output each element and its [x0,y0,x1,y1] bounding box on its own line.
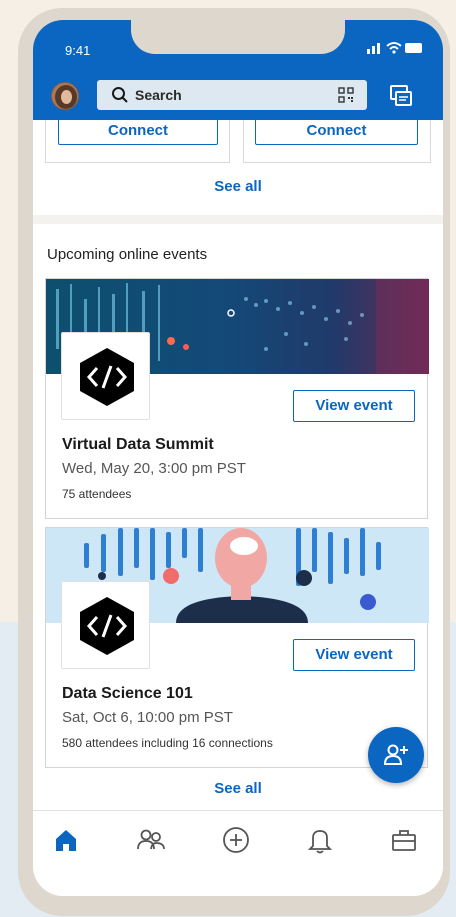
nav-jobs[interactable] [389,825,419,855]
avatar-face [61,90,72,104]
post-icon [223,827,249,853]
messaging-icon[interactable] [389,84,413,108]
notifications-icon [307,830,333,854]
event-title: Data Science 101 [62,685,193,702]
event-attendees: 75 attendees [62,487,132,501]
connect-button[interactable]: Connect [58,120,218,145]
home-icon [56,830,76,851]
event-date: Sat, Oct 6, 10:00 pm PST [62,709,233,726]
event-logo [61,332,150,420]
jobs-icon [392,830,416,851]
app-screen: 9:41 Search Connect Connect See all Upco… [33,20,443,896]
nav-my-network[interactable] [136,825,166,855]
status-icons [367,42,422,54]
nav-post[interactable] [221,825,251,855]
event-logo [61,581,150,669]
view-event-button[interactable]: View event [293,639,415,671]
upcoming-events-section: Upcoming online events View event Virtua… [33,224,443,810]
add-person-icon [383,744,408,765]
nav-home[interactable] [51,825,81,855]
search-placeholder: Search [135,87,182,103]
event-title: Virtual Data Summit [62,436,214,453]
status-time: 9:41 [65,43,91,58]
my-network-icon [137,829,165,850]
code-icon [80,597,134,655]
nav-notifications[interactable] [305,825,335,855]
view-event-button[interactable]: View event [293,390,415,422]
qr-code-icon[interactable] [338,87,354,103]
search-icon [112,87,128,103]
event-card[interactable]: View event Virtual Data Summit Wed, May … [45,278,429,519]
people-you-may-know-section: Connect Connect See all [33,120,443,215]
see-all-people-link[interactable]: See all [33,178,443,195]
event-attendees: 580 attendees including 16 connections [62,736,273,750]
bottom-navigation [33,810,443,896]
feed-content[interactable]: Connect Connect See all Upcoming online … [33,120,443,810]
section-title: Upcoming online events [47,246,208,263]
top-app-bar: 9:41 Search [33,20,443,120]
phone-notch [131,20,345,54]
code-icon [80,348,134,406]
see-all-events-link[interactable]: See all [33,780,443,797]
profile-avatar[interactable] [51,82,79,110]
add-connection-fab[interactable] [368,727,424,783]
event-card[interactable]: View event Data Science 101 Sat, Oct 6, … [45,527,429,768]
event-date: Wed, May 20, 3:00 pm PST [62,460,246,477]
search-bar[interactable]: Search [97,80,367,110]
connect-button[interactable]: Connect [255,120,418,145]
